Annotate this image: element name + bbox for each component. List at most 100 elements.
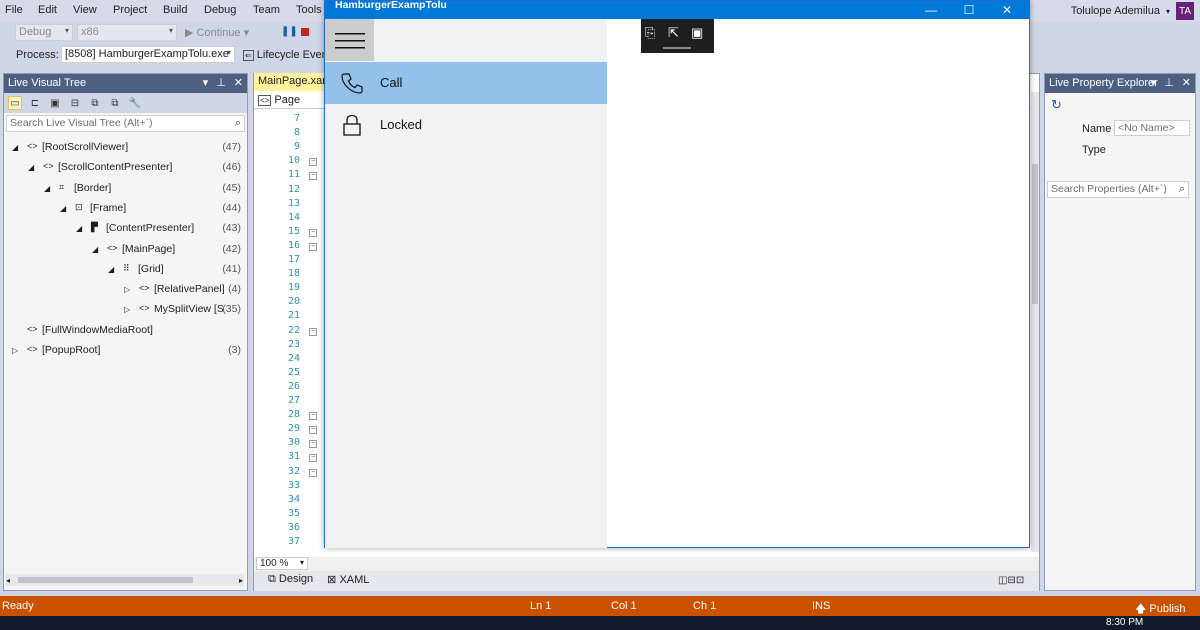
element-type-icon: ▛ — [91, 222, 98, 233]
platform-combo[interactable]: x86 ▾ — [77, 24, 177, 41]
hamburger-button[interactable] — [325, 19, 374, 61]
dropdown-icon[interactable]: ▾ — [203, 76, 209, 89]
search-icon[interactable]: ⌕ — [1179, 183, 1185, 196]
select-element-icon[interactable]: ⇱ — [668, 25, 679, 41]
lvt-search-input[interactable]: Search Live Visual Tree (Alt+`) ⌕ — [6, 115, 245, 132]
expander-icon[interactable]: ▷ — [124, 285, 130, 294]
tree-node[interactable]: ▷ <> [RelativePanel] (4) — [4, 280, 247, 298]
zoom-combo[interactable]: 100 % ▾ — [256, 557, 308, 570]
expander-icon[interactable]: ◢ — [44, 184, 50, 193]
tree-node-label: MySplitView [S — [154, 303, 224, 316]
fold-toggle-icon[interactable]: − — [309, 426, 317, 435]
split-view-icon[interactable]: ◫⊟⊡ — [998, 575, 1024, 586]
fold-toggle-icon[interactable]: − — [309, 158, 317, 167]
scrollbar-thumb[interactable] — [1032, 164, 1038, 304]
continue-button[interactable]: ▶ Continue ▾ — [185, 26, 249, 39]
nav-item-locked[interactable]: Locked — [325, 104, 607, 146]
tab-design[interactable]: ⧉ Design — [268, 573, 313, 589]
fold-toggle-icon[interactable]: − — [309, 468, 317, 477]
go-to-live-tree-icon[interactable]: ⎘ — [645, 25, 655, 41]
property-search-input[interactable]: Search Properties (Alt+`) ⌕ — [1047, 181, 1189, 198]
expander-icon[interactable]: ▷ — [124, 305, 130, 314]
close-icon[interactable]: ✕ — [1182, 76, 1191, 89]
tree-node[interactable]: ◢ ⠿ [Grid] (41) — [4, 260, 247, 278]
menu-project[interactable]: Project — [113, 4, 147, 16]
dropdown-icon[interactable]: ▾ — [1151, 76, 1157, 89]
fold-toggle-icon[interactable]: − — [309, 412, 317, 421]
horizontal-scrollbar[interactable] — [6, 574, 244, 586]
tree-node[interactable]: ▷ <> [PopupRoot] (3) — [4, 341, 247, 359]
tree-node[interactable]: ◢ ⊡ [Frame] (44) — [4, 199, 247, 217]
layout-adorners-icon[interactable]: ▣ — [691, 25, 703, 41]
app-title-bar[interactable]: HamburgerExampTolu — ☐ ✕ — [325, 0, 1029, 19]
zoom-value: 100 % — [260, 558, 289, 569]
maximize-button[interactable]: ☐ — [951, 1, 987, 19]
menu-edit[interactable]: Edit — [38, 4, 57, 16]
display-adorners-icon[interactable]: ⊏ — [28, 96, 42, 110]
app-window[interactable]: HamburgerExampTolu — ☐ ✕ ⎘ ⇱ ▣ Call Lock… — [324, 0, 1030, 548]
expander-icon[interactable]: ◢ — [92, 245, 98, 254]
tree-node-label: [Grid] — [138, 262, 164, 275]
tree-node[interactable]: ◢ <> [MainPage] (42) — [4, 240, 247, 258]
editor-horizontal-scrollbar[interactable] — [254, 557, 1039, 571]
fold-toggle-icon[interactable]: − — [309, 242, 317, 251]
configuration-combo[interactable]: Debug ▾ — [15, 24, 73, 41]
menu-team[interactable]: Team — [253, 4, 280, 16]
fold-toggle-icon[interactable]: − — [309, 454, 317, 463]
pin-icon[interactable]: ⊥ — [1164, 76, 1174, 89]
search-icon[interactable]: ⌕ — [235, 117, 241, 130]
pause-icon[interactable]: ❚❚ — [281, 26, 298, 37]
fold-toggle-icon[interactable]: − — [309, 440, 317, 449]
preview-selection-icon[interactable]: ▣ — [48, 96, 62, 110]
lvt-toolbar: ▭ ⊏ ▣ ⊟ ⧉ ⧉ 🔧 — [4, 93, 247, 113]
process-combo[interactable]: [8508] HamburgerExampTolu.exe ▾ — [61, 46, 235, 63]
toolbar-collapse-handle[interactable] — [663, 47, 691, 49]
chevron-down-icon: ▾ — [168, 26, 173, 35]
show-just-my-xaml-icon[interactable]: ⧉ — [88, 96, 102, 110]
close-button[interactable]: ✕ — [989, 1, 1025, 19]
tree-node[interactable]: ◢ <> [RootScrollViewer] (47) — [4, 138, 247, 156]
collapse-icon[interactable]: ⊟ — [68, 96, 82, 110]
close-icon[interactable]: ✕ — [234, 76, 243, 89]
tree-node[interactable]: ▷ <> MySplitView [S (35) — [4, 300, 247, 318]
nav-item-call[interactable]: Call — [325, 62, 607, 104]
name-field[interactable]: <No Name> — [1114, 120, 1190, 136]
menu-tools[interactable]: Tools — [296, 4, 322, 16]
fold-toggle-icon[interactable]: − — [309, 228, 317, 237]
account-area[interactable]: Tolulope Ademilua ▾ TA — [1071, 0, 1200, 22]
minimize-button[interactable]: — — [913, 1, 949, 19]
pin-icon[interactable]: ⊥ — [216, 76, 226, 89]
scroll-left-icon[interactable]: ◂ — [6, 576, 10, 585]
select-element-icon[interactable]: ▭ — [8, 96, 22, 110]
avatar[interactable]: TA — [1176, 2, 1194, 20]
tree-node[interactable]: <> [FullWindowMediaRoot] — [4, 321, 247, 339]
scrollbar-thumb[interactable] — [18, 577, 193, 583]
stop-icon[interactable] — [301, 28, 309, 36]
panel-title: Live Property Explorer — [1049, 77, 1158, 89]
lifecycle-events-button[interactable]: ⇐ Lifecycle Even — [243, 49, 328, 61]
page-combo[interactable]: Page — [274, 94, 300, 106]
expander-icon[interactable]: ◢ — [12, 143, 18, 152]
fold-toggle-icon[interactable]: − — [309, 327, 317, 336]
layout-icon[interactable]: ⧉ — [108, 96, 122, 110]
expander-icon[interactable]: ▷ — [12, 346, 18, 355]
tree-node[interactable]: ◢ ▛ [ContentPresenter] (43) — [4, 219, 247, 237]
expander-icon[interactable]: ◢ — [28, 163, 34, 172]
tree-node[interactable]: ◢ <> [ScrollContentPresenter] (46) — [4, 158, 247, 176]
tab-xaml-label: XAML — [339, 574, 370, 586]
menu-debug[interactable]: Debug — [204, 4, 236, 16]
menu-file[interactable]: File — [5, 4, 23, 16]
tree-node[interactable]: ◢ ⌗ [Border] (45) — [4, 179, 247, 197]
tab-xaml[interactable]: ⊠ XAML — [327, 573, 369, 589]
expander-icon[interactable]: ◢ — [60, 204, 66, 213]
expander-icon[interactable]: ◢ — [108, 265, 114, 274]
menu-view[interactable]: View — [73, 4, 97, 16]
editor-vertical-scrollbar[interactable] — [1031, 92, 1039, 552]
tree-node-label: [RelativePanel] — [154, 283, 225, 296]
expander-icon[interactable]: ◢ — [76, 224, 82, 233]
menu-build[interactable]: Build — [163, 4, 187, 16]
wrench-icon[interactable]: 🔧 — [128, 96, 142, 110]
fold-toggle-icon[interactable]: − — [309, 172, 317, 181]
scroll-right-icon[interactable]: ▸ — [239, 576, 243, 585]
refresh-icon[interactable]: ↻ — [1051, 97, 1062, 113]
